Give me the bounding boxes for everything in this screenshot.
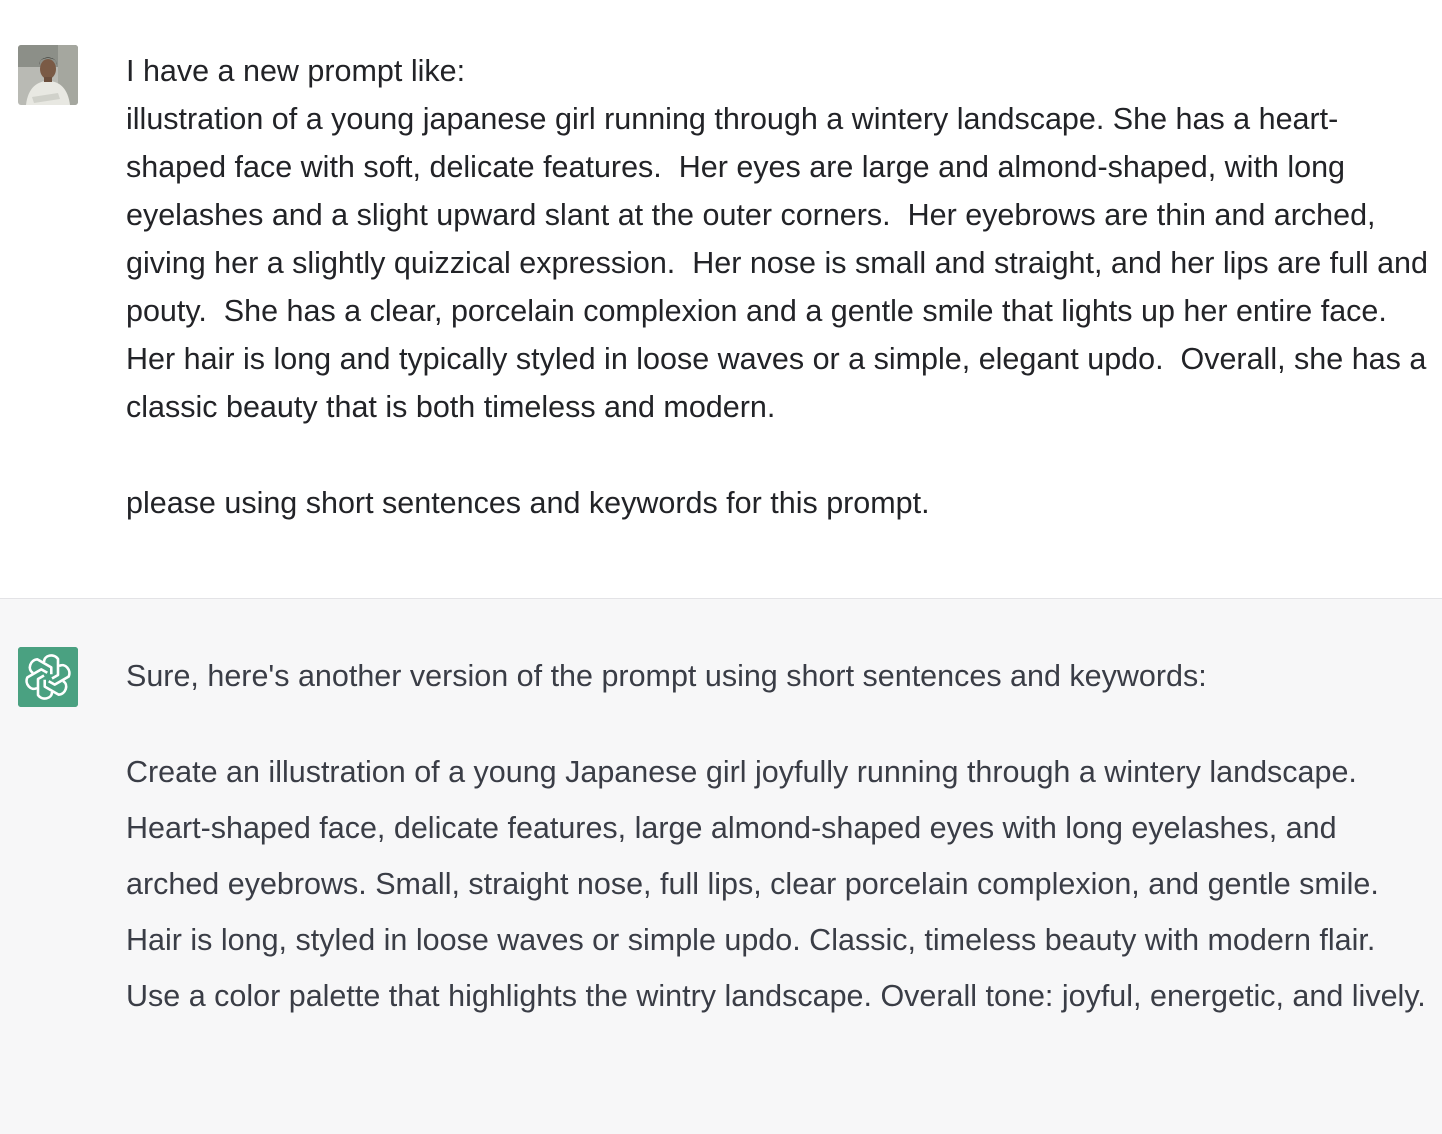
assistant-message-content: Sure, here's another version of the prom… bbox=[126, 652, 1434, 1024]
user-message-content: I have a new prompt like: illustration o… bbox=[126, 47, 1434, 527]
user-message: I have a new prompt like: illustration o… bbox=[0, 0, 1442, 599]
assistant-body: Create an illustration of a young Japane… bbox=[126, 755, 1426, 1013]
user-message-line: I have a new prompt like: bbox=[126, 54, 466, 88]
assistant-message: Sure, here's another version of the prom… bbox=[0, 599, 1442, 1134]
user-photo-icon bbox=[18, 45, 78, 105]
assistant-intro: Sure, here's another version of the prom… bbox=[126, 659, 1207, 693]
user-message-followup: please using short sentences and keyword… bbox=[126, 486, 930, 520]
assistant-avatar bbox=[18, 647, 78, 707]
conversation-thread: I have a new prompt like: illustration o… bbox=[0, 0, 1442, 1134]
user-avatar bbox=[18, 45, 78, 105]
openai-logo-icon bbox=[18, 647, 78, 707]
user-message-line: illustration of a young japanese girl ru… bbox=[126, 102, 1437, 424]
